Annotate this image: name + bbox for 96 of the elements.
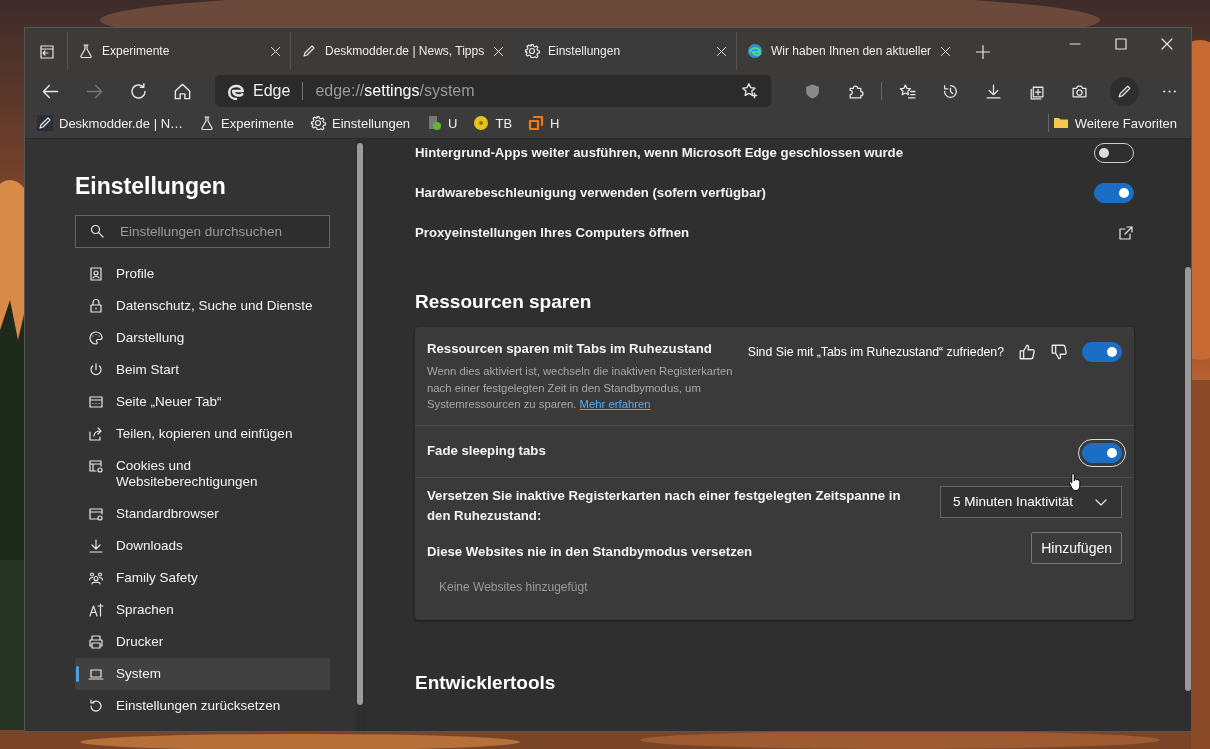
- thumbs-up-icon[interactable]: [1018, 343, 1036, 361]
- squares-icon: [528, 115, 545, 131]
- flask-icon: [78, 43, 94, 59]
- search-icon: [89, 223, 105, 239]
- profile-icon: [88, 266, 104, 282]
- browser-check-icon: [88, 506, 104, 522]
- quill-icon: [37, 115, 53, 131]
- favorites-icon[interactable]: [899, 82, 916, 100]
- language-icon: [88, 602, 104, 618]
- settings-icon: [524, 43, 540, 59]
- sidebar-item[interactable]: Downloads: [75, 530, 330, 562]
- history-icon[interactable]: [942, 82, 959, 100]
- external-link-icon[interactable]: [1118, 225, 1134, 241]
- shield-icon[interactable]: [804, 82, 821, 100]
- laptop-icon: [88, 666, 104, 682]
- quill-icon: [301, 43, 317, 59]
- printer-icon: [88, 634, 104, 650]
- scrollbar[interactable]: [356, 139, 364, 731]
- close-icon[interactable]: [492, 44, 506, 58]
- sidebar-item[interactable]: Beim Start: [75, 354, 330, 386]
- sidebar-item[interactable]: System: [75, 658, 330, 690]
- tab-title: Deskmodder.de | News, Tipps: [325, 44, 485, 58]
- close-icon[interactable]: [269, 44, 282, 58]
- tab-actions-icon[interactable]: [39, 44, 55, 60]
- sidebar-item[interactable]: Profile: [75, 258, 330, 290]
- reset-icon: [88, 698, 104, 714]
- pen-icon[interactable]: [1110, 76, 1139, 106]
- flask-icon: [199, 115, 216, 131]
- page-title: Einstellungen: [75, 173, 227, 200]
- setting-label: Fade sleeping tabs: [427, 442, 546, 460]
- cookie-settings-icon: [88, 458, 104, 474]
- sidebar-item[interactable]: Sprachen: [75, 594, 330, 626]
- sidebar-item[interactable]: Standardbrowser: [75, 498, 330, 530]
- favorite-link[interactable]: Deskmodder.de | N…: [37, 115, 184, 131]
- setting-label: Proxyeinstellungen Ihres Computers öffnen: [415, 224, 690, 242]
- add-button[interactable]: Hinzufügen: [1031, 531, 1122, 564]
- address-bar[interactable]: Edge edge://settings/system: [215, 75, 771, 107]
- browser-tab[interactable]: Wir haben Ihnen den aktueller: [736, 32, 959, 70]
- folder-icon: [1052, 115, 1069, 131]
- family-icon: [88, 570, 104, 586]
- power-icon: [88, 362, 104, 378]
- tab-title: Experimente: [102, 44, 171, 58]
- other-favorites-folder[interactable]: Weitere Favoriten: [1052, 115, 1177, 131]
- sidebar-item[interactable]: Family Safety: [75, 562, 330, 594]
- browser-logo-icon: [747, 43, 763, 59]
- download-icon[interactable]: [985, 82, 1002, 100]
- close-icon[interactable]: [939, 44, 953, 58]
- sidebar-item[interactable]: Darstellung: [75, 322, 330, 354]
- sidebar-item[interactable]: Einstellungen zurücksetzen: [75, 690, 330, 722]
- download-icon: [88, 538, 104, 554]
- sidebar-item[interactable]: Teilen, kopieren und einfügen: [75, 418, 330, 450]
- setting-label: Ressourcen sparen mit Tabs im Ruhezustand: [427, 340, 713, 358]
- share-icon: [88, 426, 104, 442]
- search-field[interactable]: Einstellungen durchsuchen: [75, 215, 330, 248]
- url-text: edge://settings/system: [315, 82, 476, 100]
- close-icon[interactable]: [715, 44, 728, 58]
- refresh-icon[interactable]: [129, 81, 148, 101]
- setting-label: Versetzen Sie inaktive Registerkarten nach einer festgelegten Zeitspanne in den Ruhezustand:: [427, 486, 902, 525]
- tab-title: Wir haben Ihnen den aktueller: [771, 44, 932, 58]
- settings-icon: [310, 115, 327, 131]
- setting-description: Wenn dies aktiviert ist, wechseln die inaktiven Registerkarten nach einer festgelegten Zeit in den Standbymodus, um Systemressourcen zu sparen. Mehr erfahren: [427, 364, 734, 412]
- setting-label: Diese Websites nie in den Standbymodus versetzen: [427, 542, 753, 561]
- thumbs-down-icon[interactable]: [1050, 343, 1068, 361]
- home-icon[interactable]: [173, 81, 192, 101]
- close-icon[interactable]: [1159, 36, 1175, 52]
- section-heading: Entwicklertools: [415, 671, 557, 694]
- favorite-link[interactable]: Einstellungen: [310, 115, 411, 131]
- empty-list-text: Keine Websites hinzugefügt: [439, 579, 589, 594]
- timeout-dropdown[interactable]: 5 Minuten Inaktivität: [940, 485, 1122, 518]
- maximize-icon[interactable]: [1113, 36, 1129, 52]
- add-favorite-icon[interactable]: [741, 82, 759, 100]
- sidebar-item[interactable]: Drucker: [75, 626, 330, 658]
- favorite-link[interactable]: H: [528, 115, 560, 131]
- toggle-switch[interactable]: [1082, 342, 1122, 362]
- browser-tab[interactable]: Experimente: [67, 32, 290, 70]
- disc-icon: [473, 115, 490, 131]
- palette-icon: [88, 330, 104, 346]
- learn-more-link[interactable]: Mehr erfahren: [579, 398, 651, 410]
- favorite-link[interactable]: TB: [473, 115, 513, 131]
- sidebar-item[interactable]: Seite „Neuer Tab“: [75, 386, 330, 418]
- setting-label: Hardwarebeschleunigung verwenden (sofern verfügbar): [415, 184, 766, 202]
- app-icon: [426, 115, 443, 131]
- toggle-switch[interactable]: [1094, 183, 1134, 203]
- section-heading: Ressourcen sparen: [415, 291, 593, 313]
- site-label: Edge: [253, 82, 291, 100]
- setting-label: Hintergrund-Apps weiter ausführen, wenn Microsoft Edge geschlossen wurde: [415, 144, 903, 162]
- tab-title: Einstellungen: [548, 44, 622, 58]
- new-tab-page-icon: [88, 394, 104, 410]
- browser-logo-icon: [227, 82, 245, 100]
- lock-icon: [88, 298, 104, 314]
- sidebar-item[interactable]: Cookies und Websiteberechtigungen: [75, 450, 330, 498]
- feedback-question: Sind Sie mit „Tabs im Ruhezustand“ zufrieden?: [747, 345, 1004, 359]
- favorite-link[interactable]: U: [426, 115, 458, 131]
- favorite-link[interactable]: Experimente: [199, 115, 295, 131]
- sidebar-item[interactable]: Datenschutz, Suche und Dienste: [75, 290, 330, 322]
- new-tab-icon[interactable]: [975, 44, 991, 60]
